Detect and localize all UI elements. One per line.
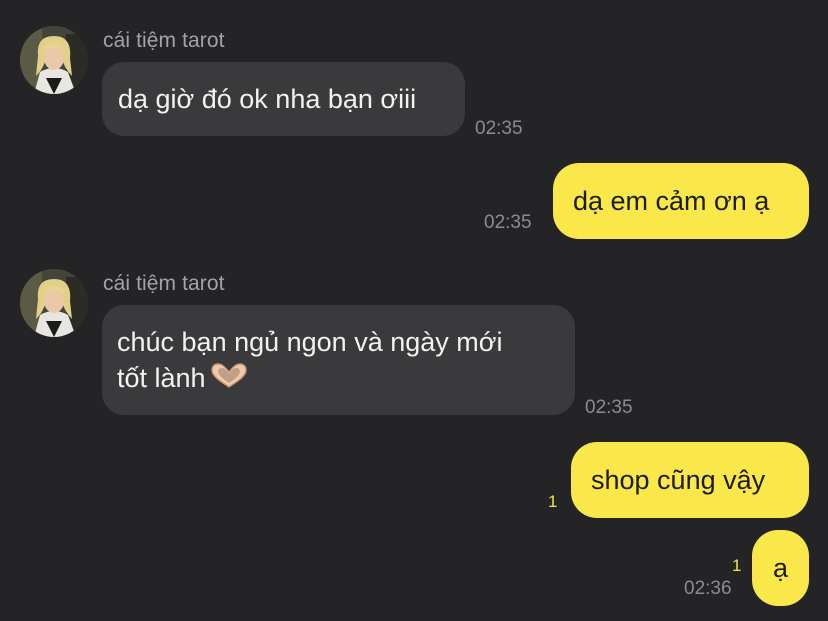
message-timestamp: 02:35 bbox=[475, 118, 523, 139]
message-text-line: chúc bạn ngủ ngon và ngày mới bbox=[117, 327, 503, 357]
chat-message-list: cái tiệm tarot dạ giờ đó ok nha bạn ơiii… bbox=[0, 0, 828, 621]
message-timestamp: 02:35 bbox=[585, 397, 633, 418]
message-timestamp: 02:35 bbox=[484, 212, 532, 233]
message-text: dạ em cảm ơn ạ bbox=[573, 186, 770, 216]
outgoing-message-bubble[interactable]: dạ em cảm ơn ạ bbox=[553, 163, 809, 239]
message-text: tốt lành bbox=[117, 363, 206, 393]
sender-avatar[interactable] bbox=[20, 26, 88, 94]
outgoing-message-bubble[interactable]: shop cũng vậy bbox=[571, 442, 809, 518]
message-text: dạ giờ đó ok nha bạn ơiii bbox=[118, 84, 417, 114]
message-text: ạ bbox=[772, 553, 789, 583]
incoming-message-bubble[interactable]: chúc bạn ngủ ngon và ngày mới tốt lành bbox=[102, 305, 575, 415]
heart-hands-icon bbox=[210, 362, 248, 398]
incoming-message-bubble[interactable]: dạ giờ đó ok nha bạn ơiii bbox=[102, 62, 465, 136]
sender-name: cái tiệm tarot bbox=[103, 29, 225, 52]
unread-count: 1 bbox=[732, 556, 742, 575]
outgoing-message-bubble[interactable]: ạ bbox=[752, 530, 809, 606]
message-text-line: tốt lành bbox=[117, 360, 560, 398]
message-text: shop cũng vậy bbox=[591, 465, 766, 495]
sender-avatar[interactable] bbox=[20, 269, 88, 337]
unread-count: 1 bbox=[548, 492, 558, 511]
message-timestamp: 02:36 bbox=[684, 578, 732, 599]
sender-name: cái tiệm tarot bbox=[103, 272, 225, 295]
